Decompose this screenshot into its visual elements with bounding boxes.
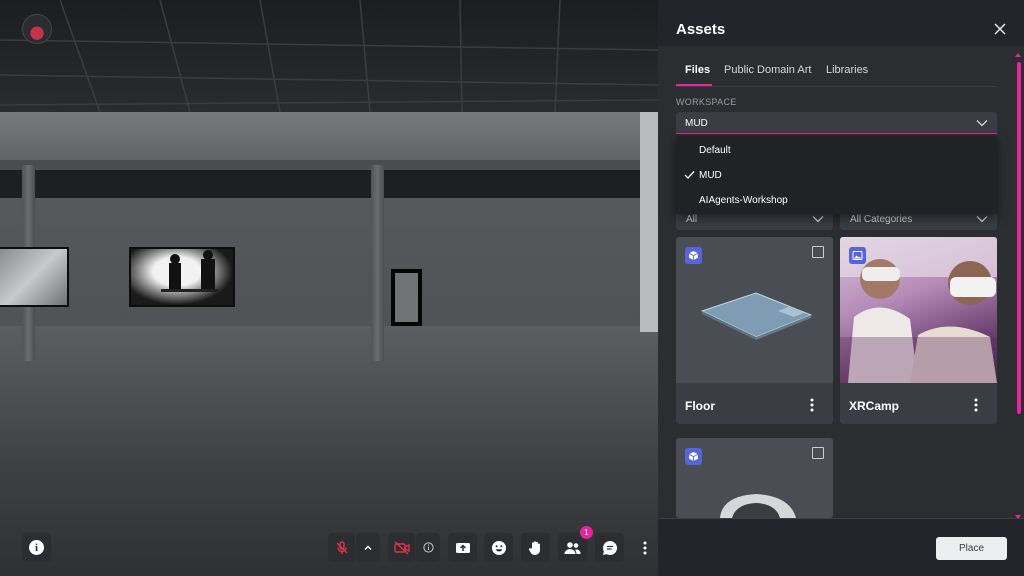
workspace-label: WORKSPACE [676,97,737,107]
virtual-gallery-scene[interactable] [0,0,658,576]
mute-microphone-button[interactable] [328,533,355,562]
asset-card-headset[interactable] [676,438,833,518]
panel-title: Assets [676,21,726,38]
place-button[interactable]: Place [936,537,1007,560]
asset-name: Floor [685,399,715,413]
kebab-menu-icon[interactable] [974,398,978,412]
option-label: AIAgents-Workshop [699,195,788,206]
microphone-off-icon [336,540,347,554]
camera-off-icon [393,540,410,555]
microphone-options-button[interactable] [356,533,380,562]
hand-icon [528,540,540,555]
workspace-selected-value: MUD [685,118,708,129]
participants-count-badge: 1 [580,526,593,539]
asset-name: XRCamp [849,399,900,413]
cube-icon [685,247,702,264]
info-icon: i [29,540,44,555]
chevron-down-icon [976,216,988,223]
user-avatar[interactable] [22,14,52,44]
kebab-menu-icon[interactable] [810,398,814,412]
lower-ceiling [0,170,658,200]
doorway[interactable] [391,269,422,326]
painting-cars[interactable] [0,247,69,307]
workspace-select[interactable]: MUD [676,112,997,134]
workspace-option-default[interactable]: Default [676,139,997,163]
chat-bubble-icon [602,540,617,555]
kebab-menu-icon [643,541,647,554]
tab-libraries[interactable]: Libraries [826,64,868,76]
chat-button[interactable] [595,533,624,562]
assets-panel: Assets Files Public Domain Art Libraries… [658,0,1024,576]
info-button[interactable]: i [22,533,51,562]
cube-icon [685,448,702,465]
camera-toggle-button[interactable] [388,533,415,562]
more-options-button[interactable] [632,533,658,562]
close-icon[interactable] [992,21,1008,37]
participants-button[interactable]: 1 [558,526,593,562]
camera-info-button[interactable] [416,533,440,562]
chevron-down-icon [812,216,824,223]
info-circle-icon [422,542,434,553]
raise-hand-button[interactable] [521,533,550,562]
side-wall [640,112,658,332]
option-label: Default [699,145,731,156]
ceiling-beam [0,160,658,170]
emoji-icon [491,540,506,555]
people-icon [564,541,581,554]
pillar-right [371,165,384,361]
painting-figures-art [161,250,219,292]
painting-figures[interactable] [129,247,235,307]
tabs-divider [676,86,996,87]
asset-card-xrcamp[interactable]: XRCamp [840,237,997,424]
panel-footer: Place [658,518,1024,576]
share-screen-icon [455,542,470,553]
select-checkbox[interactable] [812,447,824,459]
chevron-up-icon [364,545,372,550]
ceiling-truss [0,0,658,112]
asset-card-floor[interactable]: Floor [676,237,833,424]
scrollbar-thumb[interactable] [1017,62,1021,414]
image-icon [849,247,866,264]
back-wall [0,198,658,326]
option-label: MUD [699,170,722,181]
tab-files[interactable]: Files [685,64,710,76]
workspace-option-aiagents-workshop[interactable]: AIAgents-Workshop [676,189,997,213]
type-filter-value: All [686,214,698,225]
tab-public-domain-art[interactable]: Public Domain Art [724,64,811,76]
workspace-dropdown-menu: Default MUD AIAgents-Workshop [676,136,997,214]
share-screen-button[interactable] [448,533,477,562]
chevron-up-icon [976,120,988,127]
category-filter-value: All Categories [850,214,913,225]
workspace-option-mud[interactable]: MUD [676,164,997,188]
reactions-button[interactable] [484,533,513,562]
check-icon [684,171,695,179]
select-checkbox[interactable] [812,246,824,258]
